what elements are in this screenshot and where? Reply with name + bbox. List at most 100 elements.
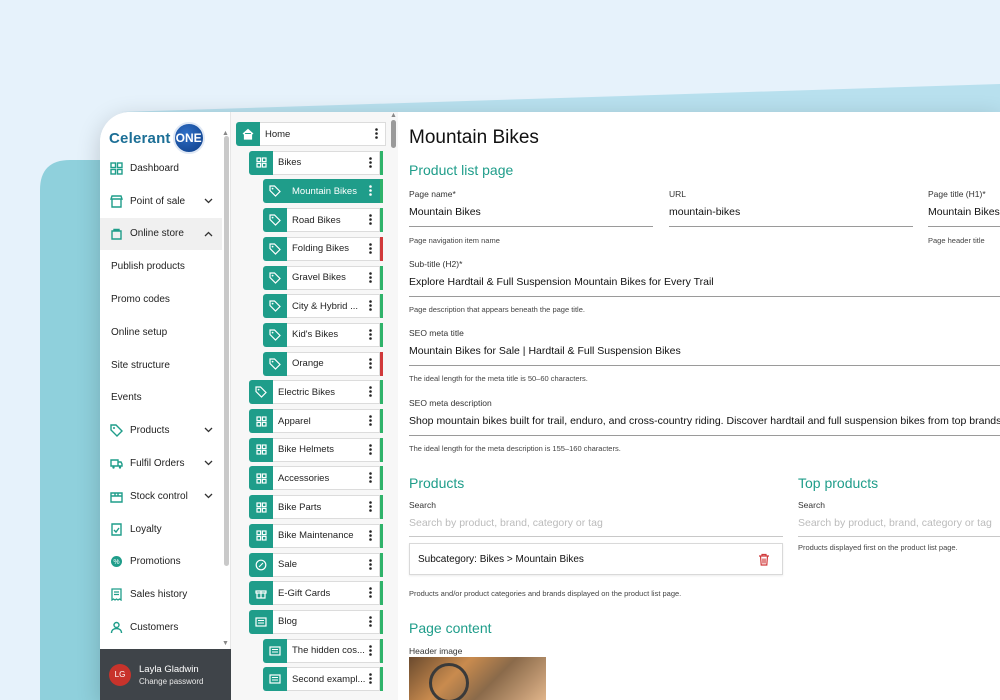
nav-item-dashboard[interactable]: Dashboard bbox=[100, 152, 222, 185]
url-input[interactable]: mountain-bikes bbox=[669, 206, 740, 218]
chevron-down-icon[interactable] bbox=[204, 491, 213, 501]
nav-item-point-of-sale[interactable]: Point of sale bbox=[100, 185, 222, 218]
more-options-icon[interactable] bbox=[369, 673, 372, 687]
tree-item[interactable]: Home bbox=[236, 122, 386, 146]
tree-item[interactable]: The hidden cos... bbox=[263, 638, 383, 663]
nav-item-stock-control[interactable]: Stock control bbox=[100, 480, 222, 513]
chevron-down-icon[interactable] bbox=[204, 458, 213, 468]
more-options-icon[interactable] bbox=[369, 644, 372, 659]
subtitle-input[interactable]: Explore Hardtail & Full Suspension Mount… bbox=[409, 276, 714, 288]
tree-item-label: Folding Bikes bbox=[292, 243, 350, 255]
page-title-label: Page title (H1)* bbox=[928, 189, 986, 199]
tree-item[interactable]: Road Bikes bbox=[263, 208, 383, 233]
top-products-search-input[interactable]: Search by product, brand, category or ta… bbox=[798, 517, 992, 529]
more-options-icon[interactable] bbox=[369, 415, 372, 429]
scroll-up-icon[interactable]: ▲ bbox=[390, 112, 397, 119]
page-title-underline bbox=[928, 226, 1000, 227]
tree-item-label: Gravel Bikes bbox=[292, 272, 346, 283]
page-title-input[interactable]: Mountain Bikes bbox=[928, 206, 1000, 218]
change-password-link[interactable]: Change password bbox=[139, 677, 203, 686]
tree-item[interactable]: Kid's Bikes bbox=[263, 322, 383, 347]
nav-item-loyalty[interactable]: Loyalty bbox=[100, 513, 222, 546]
seo-description-input[interactable]: Shop mountain bikes built for trail, end… bbox=[409, 415, 1000, 427]
tree-item[interactable]: Bike Helmets bbox=[249, 437, 383, 462]
category-icon bbox=[249, 437, 273, 462]
chevron-down-icon[interactable] bbox=[204, 425, 213, 435]
status-indicator bbox=[380, 581, 383, 606]
url-underline bbox=[669, 226, 913, 227]
more-options-icon[interactable] bbox=[369, 242, 372, 257]
tree-item[interactable]: Bike Maintenance bbox=[249, 523, 383, 548]
nav-item-fulfil-orders[interactable]: Fulfil Orders bbox=[100, 447, 222, 480]
nav-item-label: Stock control bbox=[130, 490, 188, 502]
user-icon bbox=[109, 621, 123, 635]
seo-title-input[interactable]: Mountain Bikes for Sale | Hardtail & Ful… bbox=[409, 345, 681, 357]
nav-item-promo-codes[interactable]: Promo codes bbox=[100, 283, 222, 316]
more-options-icon[interactable] bbox=[369, 357, 372, 372]
more-options-icon[interactable] bbox=[369, 156, 372, 171]
nav-scrollbar[interactable]: ▲ ▼ bbox=[222, 130, 230, 650]
status-indicator bbox=[380, 380, 383, 405]
category-icon bbox=[249, 150, 273, 175]
trash-icon[interactable] bbox=[758, 553, 770, 569]
tree-item[interactable]: Bike Parts bbox=[249, 495, 383, 520]
tree-item-label: Bikes bbox=[278, 157, 302, 169]
chevron-down-icon[interactable] bbox=[204, 196, 213, 206]
page-name-input[interactable]: Mountain Bikes bbox=[409, 206, 481, 218]
more-options-icon[interactable] bbox=[369, 558, 372, 573]
nav-item-customers[interactable]: Customers bbox=[100, 611, 222, 644]
nav-scroll-thumb[interactable] bbox=[224, 136, 229, 566]
tree-item[interactable]: Folding Bikes bbox=[263, 236, 383, 261]
more-options-icon[interactable] bbox=[369, 443, 372, 458]
tag-icon bbox=[249, 380, 273, 405]
receipt-icon bbox=[109, 588, 123, 602]
header-image[interactable] bbox=[409, 657, 546, 700]
subcategory-chip[interactable]: Subcategory: Bikes > Mountain Bikes bbox=[409, 543, 783, 575]
more-options-icon[interactable] bbox=[369, 271, 372, 286]
more-options-icon[interactable] bbox=[369, 529, 372, 544]
nav-item-online-store[interactable]: Online store bbox=[100, 217, 222, 251]
nav-item-online-setup[interactable]: Online setup bbox=[100, 316, 222, 349]
scroll-down-icon[interactable]: ▼ bbox=[222, 640, 229, 647]
tree-item[interactable]: Apparel bbox=[249, 409, 383, 433]
tree-item[interactable]: Bikes bbox=[249, 150, 383, 175]
tree-item-label: Road Bikes bbox=[292, 214, 341, 226]
tree-item-label: Blog bbox=[278, 616, 298, 628]
more-options-icon[interactable] bbox=[369, 329, 372, 343]
nav-item-promotions[interactable]: % Promotions bbox=[100, 546, 222, 579]
nav-item-products[interactable]: Products bbox=[100, 414, 222, 447]
more-options-icon[interactable] bbox=[369, 472, 372, 486]
tree-item[interactable]: Second exampl... bbox=[263, 667, 383, 692]
nav-item-site-structure[interactable]: Site structure bbox=[100, 349, 222, 382]
tree-scrollbar[interactable]: ▲ bbox=[389, 112, 398, 700]
chevron-up-icon[interactable] bbox=[204, 229, 213, 239]
more-options-icon[interactable] bbox=[369, 214, 372, 228]
status-indicator bbox=[380, 322, 383, 347]
tag-icon bbox=[263, 322, 287, 347]
tree-item[interactable]: Orange bbox=[263, 351, 383, 376]
more-options-icon[interactable] bbox=[369, 300, 372, 314]
more-options-icon[interactable] bbox=[369, 185, 372, 199]
status-indicator bbox=[380, 236, 383, 261]
tree-item[interactable]: Gravel Bikes bbox=[263, 265, 383, 290]
nav-item-publish-products[interactable]: Publish products bbox=[100, 250, 222, 283]
tree-item[interactable]: E-Gift Cards bbox=[249, 581, 383, 606]
avatar[interactable]: LG bbox=[109, 663, 131, 686]
tree-item[interactable]: Mountain Bikes bbox=[263, 179, 383, 204]
nav-item-sales-history[interactable]: Sales history bbox=[100, 578, 222, 611]
tree-item[interactable]: Sale bbox=[249, 552, 383, 577]
top-products-search-underline bbox=[798, 536, 1000, 537]
more-options-icon[interactable] bbox=[369, 501, 372, 515]
user-bar[interactable]: LG Layla Gladwin Change password bbox=[100, 649, 231, 700]
tree-item[interactable]: Accessories bbox=[249, 466, 383, 491]
more-options-icon[interactable] bbox=[369, 616, 372, 630]
nav-item-events[interactable]: Events bbox=[100, 382, 222, 415]
more-options-icon[interactable] bbox=[375, 128, 378, 142]
products-search-input[interactable]: Search by product, brand, category or ta… bbox=[409, 517, 603, 529]
more-options-icon[interactable] bbox=[369, 587, 372, 601]
tree-item[interactable]: Electric Bikes bbox=[249, 380, 383, 405]
tree-item[interactable]: Blog bbox=[249, 609, 383, 634]
tree-scroll-thumb[interactable] bbox=[391, 120, 396, 148]
more-options-icon[interactable] bbox=[369, 386, 372, 400]
tree-item[interactable]: City & Hybrid ... bbox=[263, 294, 383, 319]
